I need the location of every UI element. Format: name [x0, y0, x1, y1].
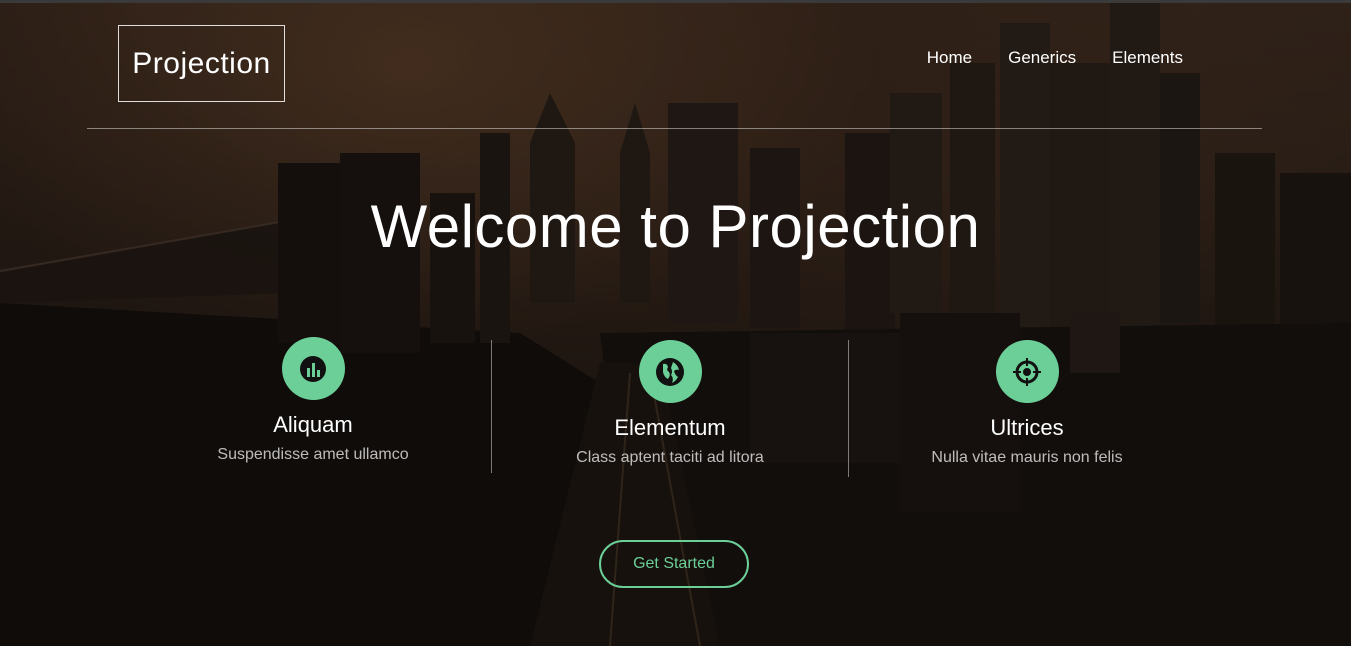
nav-generics[interactable]: Generics [1008, 48, 1076, 68]
header-divider [87, 128, 1262, 129]
feature-aliquam: Aliquam Suspendisse amet ullamco [163, 337, 463, 464]
feature-ultrices: Ultrices Nulla vitae mauris non felis [877, 340, 1177, 467]
feature-divider [848, 340, 849, 477]
bar-chart-icon [300, 355, 326, 382]
main-nav: Home Generics Elements [927, 48, 1183, 68]
hero-headline: Welcome to Projection [370, 193, 981, 260]
feature-divider [491, 340, 492, 473]
feature-elementum: Elementum Class aptent taciti ad litora [520, 340, 820, 467]
get-started-button[interactable]: Get Started [599, 540, 749, 588]
feature-badge [281, 337, 345, 400]
feature-description: Suspendisse amet ullamco [217, 446, 409, 463]
nav-elements[interactable]: Elements [1112, 48, 1183, 68]
feature-description: Nulla vitae mauris non felis [931, 449, 1123, 466]
feature-title: Ultrices [990, 415, 1064, 440]
feature-title: Elementum [614, 415, 726, 440]
nav-home[interactable]: Home [927, 48, 972, 68]
target-icon [1013, 357, 1041, 386]
feature-description: Class aptent taciti ad litora [576, 449, 764, 466]
globe-icon [656, 357, 684, 386]
feature-badge [995, 340, 1059, 403]
feature-badge [638, 340, 702, 403]
feature-title: Aliquam [273, 412, 353, 437]
site-logo[interactable]: Projection [118, 25, 285, 102]
